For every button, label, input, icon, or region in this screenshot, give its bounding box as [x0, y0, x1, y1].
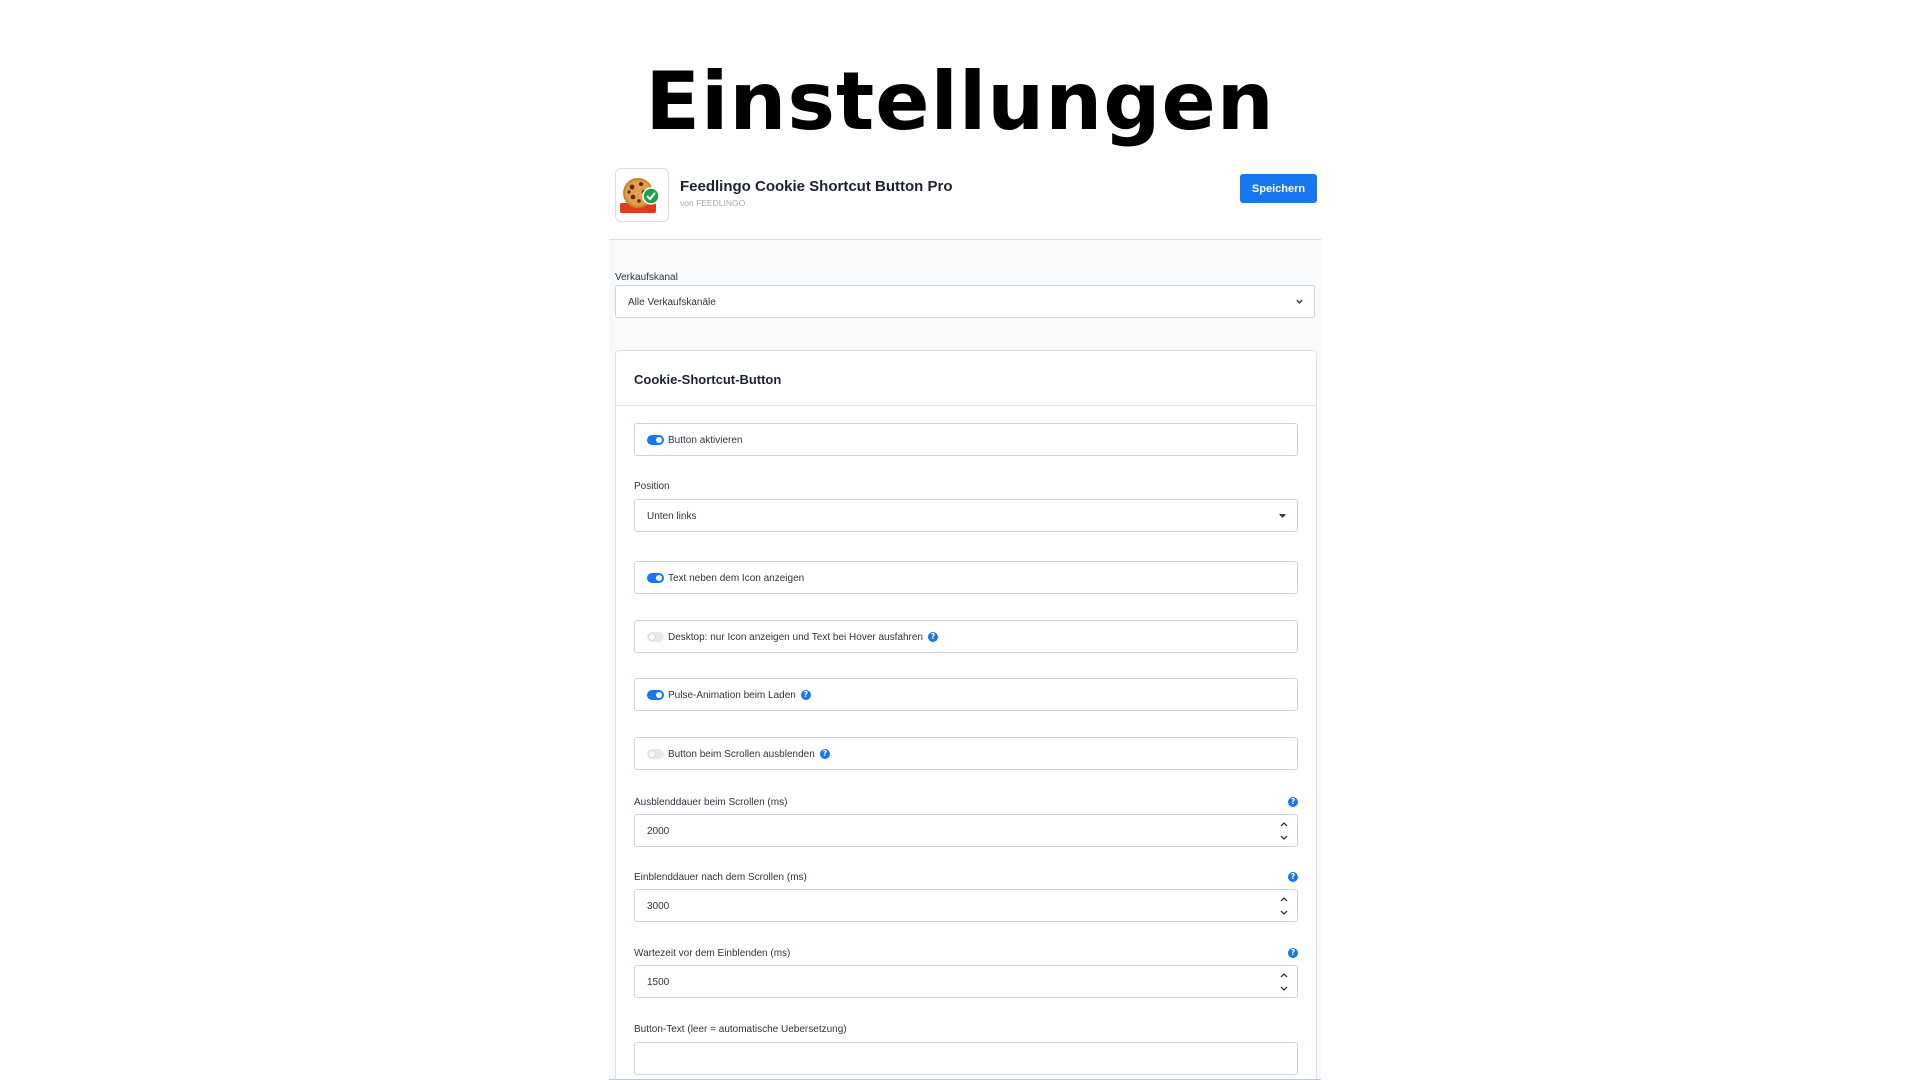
card-divider — [616, 405, 1316, 406]
show-duration-label: Einblenddauer nach dem Scrollen (ms) — [634, 872, 807, 883]
wait-time-label: Wartezeit vor dem Einblenden (ms) — [634, 948, 791, 959]
position-select[interactable]: Unten links — [634, 499, 1298, 532]
settings-content: Verkaufskanal Alle Verkaufskanäle Cookie… — [609, 240, 1321, 1080]
toggle-switch[interactable] — [647, 573, 664, 583]
app-header: Feedlingo Cookie Shortcut Button Pro von… — [609, 164, 1321, 240]
button-text-input[interactable] — [634, 1042, 1298, 1075]
spinner-arrows-icon[interactable] — [1279, 971, 1289, 993]
toggle-row-button-enable[interactable]: Button aktivieren — [634, 423, 1298, 456]
help-icon[interactable]: ? — [927, 632, 938, 643]
save-button[interactable]: Speichern — [1240, 174, 1317, 203]
show-duration-value: 3000 — [647, 901, 670, 912]
toggle-switch[interactable] — [647, 632, 664, 642]
hide-duration-value: 2000 — [647, 826, 670, 837]
toggle-label: Desktop: nur Icon anzeigen und Text bei … — [668, 632, 938, 643]
app-title: Feedlingo Cookie Shortcut Button Pro — [680, 178, 953, 195]
sales-channel-select[interactable]: Alle Verkaufskanäle — [615, 285, 1315, 318]
hide-duration-input[interactable]: 2000 — [634, 814, 1298, 847]
position-label: Position — [634, 481, 670, 492]
toggle-switch[interactable] — [647, 435, 664, 445]
chevron-down-icon — [1279, 513, 1286, 518]
toggle-row-text-beside-icon[interactable]: Text neben dem Icon anzeigen — [634, 561, 1298, 594]
cookie-check-icon — [615, 168, 669, 222]
help-icon[interactable]: ? — [1288, 797, 1298, 807]
app-vendor: von FEEDLINGO — [680, 198, 746, 208]
toggle-switch[interactable] — [647, 690, 664, 700]
cookie-shortcut-card: Cookie-Shortcut-Button Button aktivieren… — [615, 350, 1317, 1080]
sales-channel-label: Verkaufskanal — [615, 272, 678, 283]
hide-duration-label: Ausblenddauer beim Scrollen (ms) — [634, 797, 788, 808]
help-icon[interactable]: ? — [1288, 948, 1298, 958]
spinner-arrows-icon[interactable] — [1279, 820, 1289, 842]
help-icon[interactable]: ? — [800, 690, 811, 701]
button-text-label: Button-Text (leer = automatische Ueberse… — [634, 1024, 847, 1035]
toggle-row-desktop-hover[interactable]: Desktop: nur Icon anzeigen und Text bei … — [634, 620, 1298, 653]
sales-channel-value: Alle Verkaufskanäle — [628, 297, 716, 308]
wait-time-value: 1500 — [647, 977, 670, 988]
toggle-label: Button aktivieren — [668, 435, 743, 446]
toggle-label: Button beim Scrollen ausblenden? — [668, 749, 830, 760]
card-title: Cookie-Shortcut-Button — [634, 372, 782, 387]
position-value: Unten links — [647, 511, 697, 522]
chevron-down-icon — [1296, 299, 1303, 304]
help-icon[interactable]: ? — [819, 749, 830, 760]
toggle-switch[interactable] — [647, 749, 664, 759]
settings-panel: Feedlingo Cookie Shortcut Button Pro von… — [609, 164, 1321, 1080]
spinner-arrows-icon[interactable] — [1279, 895, 1289, 917]
wait-time-input[interactable]: 1500 — [634, 965, 1298, 998]
toggle-row-pulse-animation[interactable]: Pulse-Animation beim Laden? — [634, 678, 1298, 711]
toggle-row-hide-on-scroll[interactable]: Button beim Scrollen ausblenden? — [634, 737, 1298, 770]
show-duration-input[interactable]: 3000 — [634, 889, 1298, 922]
toggle-label: Text neben dem Icon anzeigen — [668, 573, 805, 584]
help-icon[interactable]: ? — [1288, 872, 1298, 882]
page-heading: Einstellungen — [645, 55, 1275, 148]
toggle-label: Pulse-Animation beim Laden? — [668, 690, 811, 701]
